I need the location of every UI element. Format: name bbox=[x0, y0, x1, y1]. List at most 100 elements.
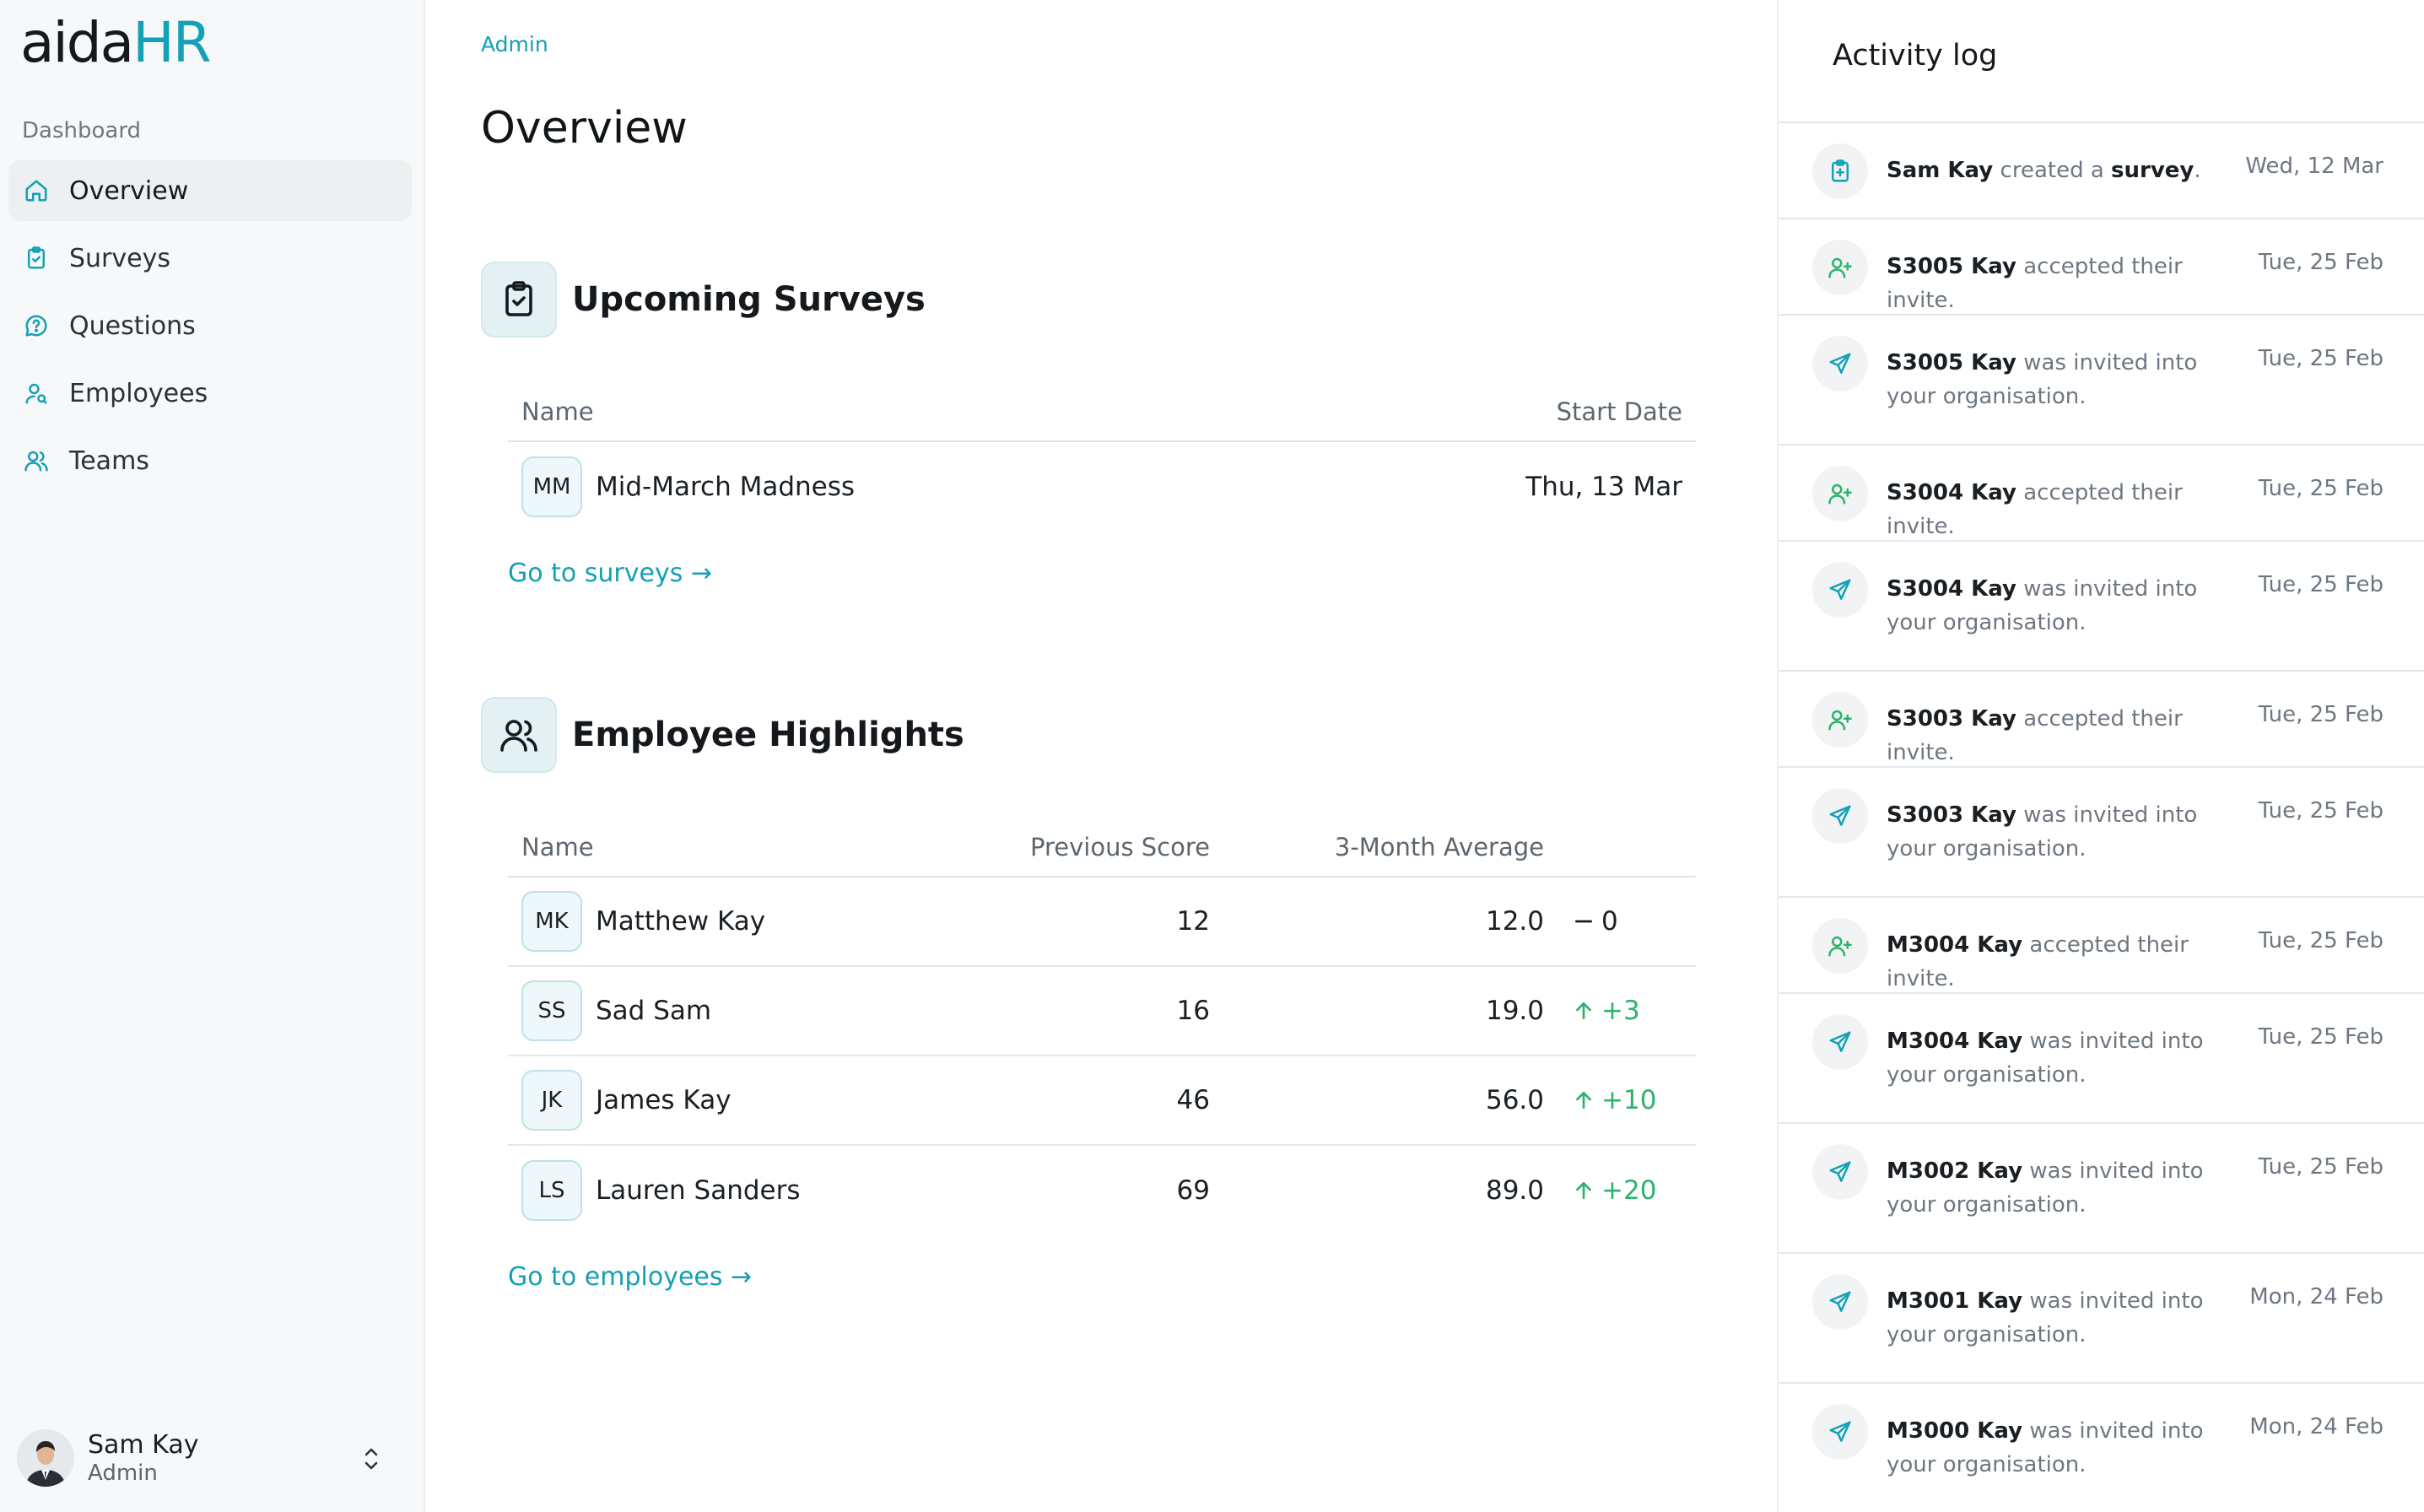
initials-badge: LS bbox=[521, 1160, 582, 1221]
score-change: +3 bbox=[1544, 996, 1696, 1026]
activity-date: Wed, 12 Mar bbox=[2245, 154, 2384, 179]
table-row[interactable]: MM Mid-March Madness Thu, 13 Mar bbox=[508, 442, 1696, 532]
highlights-table: Name Previous Score 3-Month Average MK M… bbox=[508, 818, 1696, 1235]
table-row[interactable]: MK Matthew Kay 12 12.0 0 bbox=[508, 878, 1696, 967]
survey-name: Mid-March Madness bbox=[596, 472, 856, 502]
users-icon bbox=[22, 446, 51, 475]
activity-actor: S3003 Kay bbox=[1887, 802, 2016, 828]
go-to-employees-link[interactable]: Go to employees → bbox=[508, 1262, 752, 1292]
activity-item[interactable]: M3001 Kay was invited into your organisa… bbox=[1779, 1254, 2424, 1384]
activity-text: S3005 Kay was invited into your organisa… bbox=[1887, 336, 2259, 413]
table-row[interactable]: JK James Kay 46 56.0 +10 bbox=[508, 1056, 1696, 1146]
sidebar-item-teams[interactable]: Teams bbox=[8, 430, 412, 491]
chevron-up-down-icon[interactable] bbox=[361, 1444, 381, 1473]
activity-item[interactable]: S3005 Kay accepted their invite. Tue, 25… bbox=[1779, 219, 2424, 316]
activity-text: S3005 Kay accepted their invite. bbox=[1887, 240, 2259, 317]
activity-description: created a bbox=[1993, 158, 2112, 183]
breadcrumb[interactable]: Admin bbox=[481, 32, 548, 57]
activity-text: S3003 Kay accepted their invite. bbox=[1887, 692, 2259, 770]
activity-item[interactable]: Sam Kay created a survey. Wed, 12 Mar bbox=[1779, 123, 2424, 219]
employee-name: Sad Sam bbox=[596, 996, 712, 1026]
three-month-average: 89.0 bbox=[1485, 1175, 1544, 1206]
send-icon bbox=[1812, 1014, 1868, 1070]
users-icon bbox=[481, 697, 557, 773]
survey-start-date: Thu, 13 Mar bbox=[1525, 472, 1682, 502]
activity-date: Tue, 25 Feb bbox=[2258, 1154, 2384, 1180]
activity-text: M3002 Kay was invited into your organisa… bbox=[1887, 1144, 2259, 1222]
change-value: +3 bbox=[1601, 996, 1640, 1026]
activity-date: Mon, 24 Feb bbox=[2249, 1284, 2384, 1310]
question-bubble-icon bbox=[22, 311, 51, 340]
activity-text: S3004 Kay accepted their invite. bbox=[1887, 466, 2259, 543]
go-to-surveys-link[interactable]: Go to surveys → bbox=[508, 559, 712, 588]
three-month-average: 12.0 bbox=[1485, 906, 1544, 937]
activity-item[interactable]: M3004 Kay accepted their invite. Tue, 25… bbox=[1779, 898, 2424, 994]
activity-item[interactable]: S3004 Kay was invited into your organisa… bbox=[1779, 542, 2424, 672]
sidebar-item-label: Surveys bbox=[69, 243, 170, 273]
activity-item[interactable]: M3000 Kay was invited into your organisa… bbox=[1779, 1384, 2424, 1512]
table-row[interactable]: SS Sad Sam 16 19.0 +3 bbox=[508, 967, 1696, 1056]
user-name: Sam Kay bbox=[88, 1430, 199, 1460]
sidebar-item-surveys[interactable]: Surveys bbox=[8, 228, 412, 289]
user-info: Sam Kay Admin bbox=[88, 1430, 198, 1486]
app-logo[interactable]: aidaHR bbox=[20, 15, 212, 71]
user-plus-icon bbox=[1812, 692, 1868, 748]
sidebar-item-label: Employees bbox=[69, 378, 208, 408]
table-row[interactable]: LS Lauren Sanders 69 89.0 +20 bbox=[508, 1146, 1696, 1235]
section-header: Employee Highlights bbox=[481, 697, 1704, 773]
initials-badge: SS bbox=[521, 980, 582, 1041]
upcoming-surveys-section: Upcoming Surveys Name Start Date MM Mid-… bbox=[481, 262, 1704, 588]
user-menu[interactable]: Sam Kay Admin bbox=[17, 1424, 405, 1492]
score-change: +20 bbox=[1544, 1175, 1696, 1206]
page-title: Overview bbox=[481, 103, 688, 154]
previous-score: 12 bbox=[1176, 906, 1210, 937]
send-icon bbox=[1812, 1274, 1868, 1330]
user-plus-icon bbox=[1812, 466, 1868, 521]
sidebar-item-employees[interactable]: Employees bbox=[8, 363, 412, 424]
previous-score: 16 bbox=[1176, 996, 1210, 1026]
activity-text: M3000 Kay was invited into your organisa… bbox=[1887, 1404, 2249, 1482]
sidebar-item-label: Overview bbox=[69, 176, 189, 206]
sidebar-item-label: Questions bbox=[69, 310, 196, 341]
activity-date: Tue, 25 Feb bbox=[2258, 346, 2384, 371]
activity-actor: Sam Kay bbox=[1887, 158, 1994, 183]
clipboard-check-icon bbox=[481, 262, 557, 338]
activity-item[interactable]: M3002 Kay was invited into your organisa… bbox=[1779, 1124, 2424, 1254]
sidebar-item-overview[interactable]: Overview bbox=[8, 160, 412, 221]
three-month-average: 56.0 bbox=[1485, 1085, 1544, 1115]
activity-actor: S3005 Kay bbox=[1887, 350, 2016, 375]
activity-item[interactable]: S3004 Kay accepted their invite. Tue, 25… bbox=[1779, 446, 2424, 542]
send-icon bbox=[1812, 336, 1868, 392]
activity-date: Tue, 25 Feb bbox=[2258, 476, 2384, 501]
activity-text: S3003 Kay was invited into your organisa… bbox=[1887, 788, 2259, 866]
employee-name-cell: SS Sad Sam bbox=[508, 980, 931, 1041]
employee-name-cell: JK James Kay bbox=[508, 1070, 931, 1131]
activity-date: Tue, 25 Feb bbox=[2258, 928, 2384, 953]
activity-actor: S3003 Kay bbox=[1887, 706, 2016, 732]
activity-actor: S3004 Kay bbox=[1887, 576, 2016, 602]
arrow-up-icon bbox=[1576, 1002, 1591, 1020]
surveys-table: Name Start Date MM Mid-March Madness Thu… bbox=[508, 383, 1696, 532]
activity-item[interactable]: S3005 Kay was invited into your organisa… bbox=[1779, 316, 2424, 446]
employee-highlights-section: Employee Highlights Name Previous Score … bbox=[481, 697, 1704, 1292]
arrow-up-icon bbox=[1576, 1181, 1591, 1200]
employee-name-cell: MK Matthew Kay bbox=[508, 891, 931, 952]
employee-name-cell: LS Lauren Sanders bbox=[508, 1160, 931, 1221]
activity-item[interactable]: S3003 Kay was invited into your organisa… bbox=[1779, 768, 2424, 898]
activity-actor: M3000 Kay bbox=[1887, 1418, 2023, 1444]
user-plus-icon bbox=[1812, 240, 1868, 295]
sidebar-item-questions[interactable]: Questions bbox=[8, 295, 412, 356]
send-icon bbox=[1812, 562, 1868, 618]
arrow-up-icon bbox=[1576, 1091, 1591, 1110]
change-value: +20 bbox=[1601, 1175, 1657, 1206]
employee-name: James Kay bbox=[596, 1085, 732, 1115]
activity-item[interactable]: M3004 Kay was invited into your organisa… bbox=[1779, 994, 2424, 1124]
user-role: Admin bbox=[88, 1461, 158, 1486]
initials-badge: MK bbox=[521, 891, 582, 952]
sidebar: aidaHR Dashboard Overview Surveys Questi… bbox=[0, 0, 425, 1512]
activity-actor: M3002 Kay bbox=[1887, 1158, 2023, 1184]
column-name: Name bbox=[521, 397, 594, 426]
employee-name: Matthew Kay bbox=[596, 906, 766, 937]
activity-item[interactable]: S3003 Kay accepted their invite. Tue, 25… bbox=[1779, 672, 2424, 768]
user-search-icon bbox=[22, 379, 51, 408]
